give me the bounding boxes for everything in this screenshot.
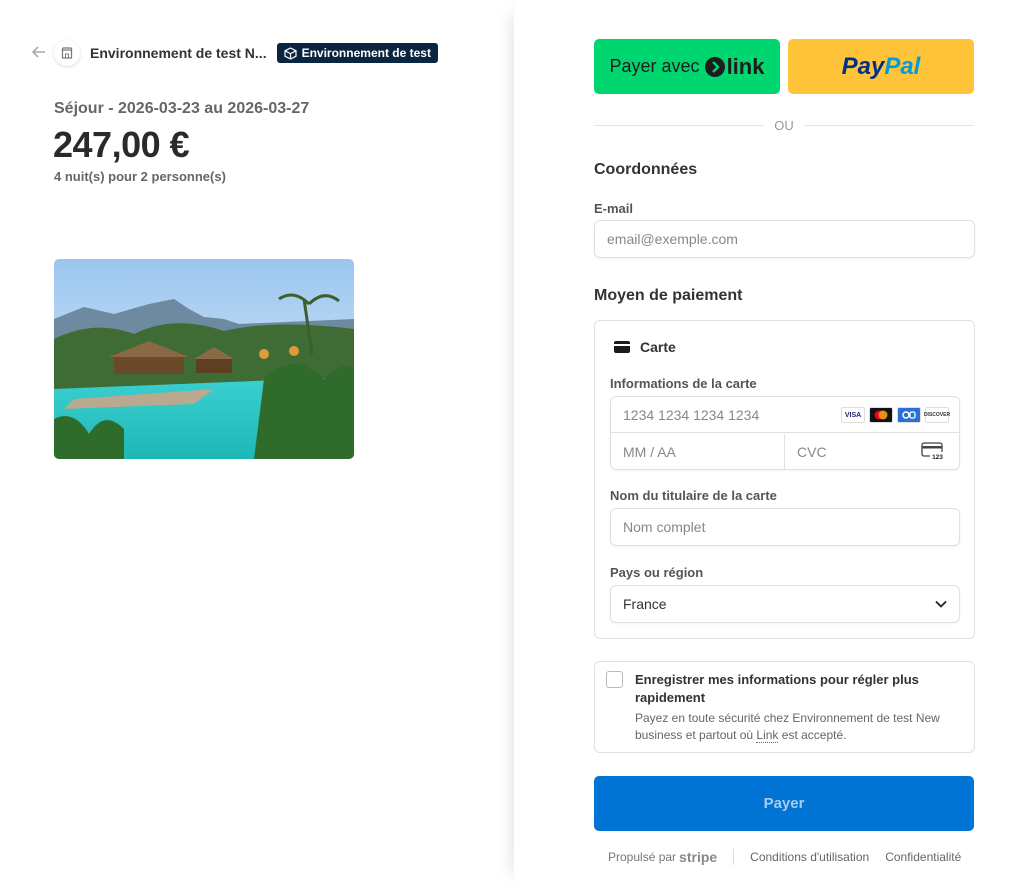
link-logo: link: [704, 53, 765, 80]
powered-by-label: Propulsé par: [608, 850, 677, 864]
link-info-link[interactable]: Link: [756, 728, 779, 743]
resort-pool-image: [54, 259, 354, 459]
cardholder-name-input[interactable]: Nom complet: [610, 508, 960, 546]
test-badge-label: Environnement de test: [301, 46, 431, 60]
card-brands: VISA DISCOVER: [841, 407, 950, 423]
merchant-header: Environnement de test N... Environnement…: [31, 40, 438, 66]
country-select[interactable]: France: [610, 585, 960, 623]
card-number-placeholder: 1234 1234 1234 1234: [623, 406, 760, 423]
save-info-description: Payez en toute sécurité chez Environneme…: [635, 710, 970, 744]
test-mode-badge: Environnement de test: [276, 43, 438, 63]
total-price: 247,00 €: [53, 124, 190, 165]
link-word: link: [726, 53, 765, 79]
cvc-card-icon: 123: [921, 442, 945, 460]
store-icon: [54, 40, 80, 66]
payment-method-heading: Moyen de paiement: [594, 287, 743, 304]
mastercard-icon: [869, 407, 893, 423]
email-field[interactable]: email@exemple.com: [594, 220, 975, 258]
save-info-checkbox[interactable]: [606, 671, 623, 688]
save-desc-end: est accepté.: [778, 728, 847, 742]
stripe-logo[interactable]: stripe: [679, 849, 717, 865]
express-checkout: Payer avec link Pay Pal: [594, 39, 974, 94]
paypal-button[interactable]: Pay Pal: [788, 39, 974, 94]
paypal-logo-part2: Pal: [884, 52, 921, 80]
cvc-placeholder: CVC: [797, 444, 827, 460]
card-number-input[interactable]: 1234 1234 1234 1234 VISA DISCOVER: [611, 397, 959, 433]
link-arrow-icon: [704, 56, 725, 77]
card-method-header[interactable]: Carte: [614, 339, 676, 355]
expiry-input[interactable]: MM / AA: [611, 434, 785, 470]
contact-heading: Coordonnées: [594, 161, 698, 178]
email-label: E-mail: [594, 201, 634, 216]
cube-icon: [283, 46, 297, 60]
country-value: France: [623, 596, 667, 612]
or-divider: OU: [594, 118, 974, 133]
terms-link[interactable]: Conditions d'utilisation: [750, 850, 869, 864]
or-label: OU: [774, 118, 794, 133]
country-label: Pays ou région: [610, 565, 704, 580]
visa-icon: VISA: [841, 407, 865, 423]
card-details-group: 1234 1234 1234 1234 VISA DISCOVER MM / A…: [610, 396, 960, 470]
link-button-prefix: Payer avec: [609, 56, 700, 76]
cb-icon: [897, 407, 921, 423]
credit-card-icon: [614, 341, 630, 353]
privacy-link[interactable]: Confidentialité: [885, 850, 961, 864]
footer-divider: [733, 849, 735, 865]
product-name: Séjour - 2026-03-23 au 2026-03-27: [54, 100, 310, 117]
footer: Propulsé par stripe Conditions d'utilisa…: [608, 849, 961, 865]
merchant-name: Environnement de test N...: [90, 45, 267, 61]
card-method-label: Carte: [640, 339, 676, 355]
card-payment-section: Carte Informations de la carte 1234 1234…: [594, 320, 975, 639]
paypal-logo-part1: Pay: [841, 52, 885, 80]
pay-button[interactable]: Payer: [594, 776, 974, 831]
order-summary-panel: Environnement de test N... Environnement…: [0, 0, 514, 887]
checkout-form-panel: Payer avec link Pay Pal OU Coordonnées E-…: [514, 0, 1020, 887]
back-arrow-icon[interactable]: [31, 45, 48, 61]
save-info-section: Enregistrer mes informations pour régler…: [594, 661, 975, 753]
chevron-down-icon: [935, 600, 947, 608]
save-info-title: Enregistrer mes informations pour régler…: [635, 672, 919, 705]
cvc-input[interactable]: CVC 123: [785, 434, 959, 470]
pay-with-link-button[interactable]: Payer avec link: [594, 39, 780, 94]
product-subtitle: 4 nuit(s) pour 2 personne(s): [54, 169, 226, 184]
card-info-label: Informations de la carte: [610, 376, 757, 391]
svg-text:123: 123: [932, 454, 943, 460]
cardholder-label: Nom du titulaire de la carte: [610, 488, 777, 503]
discover-icon: DISCOVER: [924, 407, 950, 423]
